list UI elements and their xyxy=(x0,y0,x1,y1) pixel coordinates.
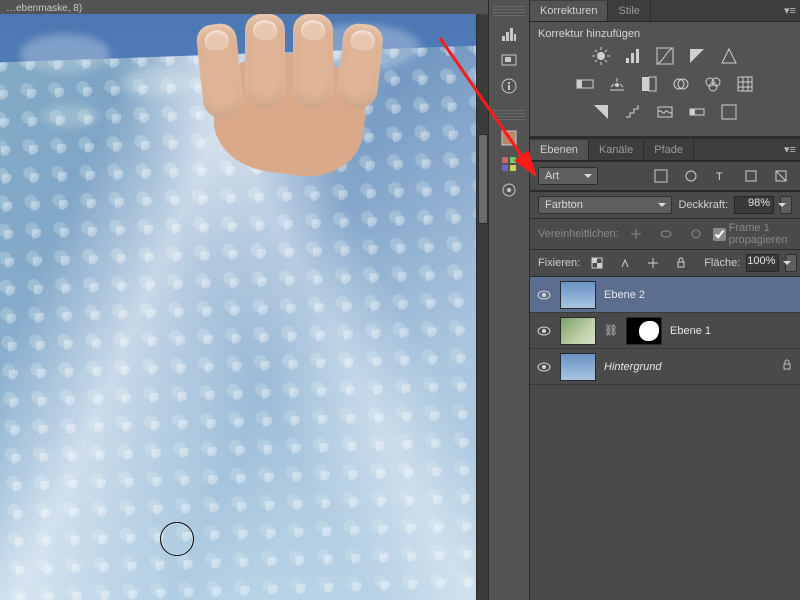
canvas-scrollbar[interactable] xyxy=(476,14,488,600)
navigator-icon[interactable] xyxy=(497,48,521,72)
unify-visibility-icon[interactable] xyxy=(655,224,677,244)
hue-saturation-icon[interactable] xyxy=(574,74,596,94)
panel-flyout-icon[interactable]: ▾≡ xyxy=(780,4,800,17)
layers-panel-tabs: Ebenen Kanäle Pfade ▾≡ xyxy=(530,139,800,161)
photo-filter-icon[interactable] xyxy=(670,74,692,94)
visibility-eye-icon[interactable] xyxy=(536,359,552,375)
selective-color-icon[interactable] xyxy=(718,102,740,122)
panel-grip[interactable] xyxy=(493,6,525,16)
styles-icon[interactable] xyxy=(497,178,521,202)
collapsed-panel-strip xyxy=(488,0,530,600)
layer-thumbnail[interactable] xyxy=(560,353,596,381)
brightness-contrast-icon[interactable] xyxy=(590,46,612,66)
invert-icon[interactable] xyxy=(590,102,612,122)
visibility-eye-icon[interactable] xyxy=(536,287,552,303)
opacity-label: Deckkraft: xyxy=(678,199,728,211)
blend-opacity-row: Farbton Deckkraft: 98% xyxy=(530,191,800,219)
unify-row: Vereinheitlichen: Frame 1 propagieren xyxy=(530,219,800,250)
unify-label: Vereinheitlichen: xyxy=(538,228,619,240)
color-icon[interactable] xyxy=(497,126,521,150)
fill-field[interactable]: 100% xyxy=(746,254,779,272)
adjustment-icons-row-2 xyxy=(538,74,792,94)
black-white-icon[interactable] xyxy=(638,74,660,94)
layer-row[interactable]: ⛓ Ebene 1 xyxy=(530,313,800,349)
svg-text:T: T xyxy=(716,171,723,183)
exposure-icon[interactable] xyxy=(686,46,708,66)
swatches-icon[interactable] xyxy=(497,152,521,176)
lock-position-icon[interactable] xyxy=(642,253,664,273)
filter-type-icon[interactable]: T xyxy=(710,166,732,186)
layer-thumbnail[interactable] xyxy=(560,281,596,309)
hand-in-photo xyxy=(185,14,425,204)
unify-style-icon[interactable] xyxy=(685,224,707,244)
blend-mode-value: Farbton xyxy=(545,199,583,211)
lock-icon xyxy=(780,359,794,374)
info-icon[interactable] xyxy=(497,74,521,98)
layer-row[interactable]: Hintergrund xyxy=(530,349,800,385)
adjustment-icons-row-3 xyxy=(538,102,792,122)
tab-stile[interactable]: Stile xyxy=(608,1,650,21)
adjustments-panel: Korrektur hinzufügen xyxy=(530,22,800,136)
layer-row[interactable]: Ebene 2 xyxy=(530,277,800,313)
tab-pfade[interactable]: Pfade xyxy=(644,140,694,160)
fill-stepper[interactable] xyxy=(785,254,797,272)
canvas[interactable] xyxy=(0,14,476,600)
lock-transparent-icon[interactable] xyxy=(586,253,608,273)
layer-thumbnail[interactable] xyxy=(560,317,596,345)
propagate-frame-checkbox[interactable]: Frame 1 propagieren xyxy=(713,222,792,246)
tab-kanaele[interactable]: Kanäle xyxy=(589,140,644,160)
opacity-stepper[interactable] xyxy=(780,196,792,214)
panel-flyout-icon[interactable]: ▾≡ xyxy=(780,143,800,156)
filter-smart-icon[interactable] xyxy=(770,166,792,186)
unify-position-icon[interactable] xyxy=(625,224,647,244)
filter-adjust-icon[interactable] xyxy=(680,166,702,186)
layer-filter-row: Art T xyxy=(530,161,800,191)
lock-pixels-icon[interactable] xyxy=(614,253,636,273)
vibrance-icon[interactable] xyxy=(718,46,740,66)
layer-filter-kind-dropdown[interactable]: Art xyxy=(538,167,598,185)
fill-label: Fläche: xyxy=(704,257,740,269)
adjustment-icons-row-1 xyxy=(538,46,792,66)
photo xyxy=(0,14,476,600)
levels-icon[interactable] xyxy=(622,46,644,66)
scrollbar-thumb[interactable] xyxy=(478,134,488,224)
layer-name[interactable]: Ebene 2 xyxy=(604,289,794,301)
color-lookup-icon[interactable] xyxy=(734,74,756,94)
tab-ebenen[interactable]: Ebenen xyxy=(530,140,589,160)
color-balance-icon[interactable] xyxy=(606,74,628,94)
opacity-field[interactable]: 98% xyxy=(734,196,774,214)
lock-row: Fixieren: Fläche: 100% xyxy=(530,250,800,277)
posterize-icon[interactable] xyxy=(622,102,644,122)
mask-link-icon[interactable]: ⛓ xyxy=(604,324,618,337)
layer-mask-thumbnail[interactable] xyxy=(626,317,662,345)
layer-name[interactable]: Ebene 1 xyxy=(670,325,794,337)
layers-list: Ebene 2 ⛓ Ebene 1 Hintergrund xyxy=(530,277,800,600)
add-adjustment-label: Korrektur hinzufügen xyxy=(538,28,792,40)
threshold-icon[interactable] xyxy=(654,102,676,122)
propagate-label: Frame 1 propagieren xyxy=(729,222,792,246)
histogram-icon[interactable] xyxy=(497,22,521,46)
channel-mixer-icon[interactable] xyxy=(702,74,724,94)
tab-korrekturen[interactable]: Korrekturen xyxy=(530,1,608,21)
right-panels: Korrekturen Stile ▾≡ Korrektur hinzufüge… xyxy=(530,0,800,600)
visibility-eye-icon[interactable] xyxy=(536,323,552,339)
panel-grip[interactable] xyxy=(493,110,525,120)
filter-pixel-icon[interactable] xyxy=(650,166,672,186)
curves-icon[interactable] xyxy=(654,46,676,66)
layer-name[interactable]: Hintergrund xyxy=(604,361,772,373)
gradient-map-icon[interactable] xyxy=(686,102,708,122)
lock-label: Fixieren: xyxy=(538,257,580,269)
layer-filter-kind-value: Art xyxy=(545,170,559,182)
canvas-area: …ebenmaske, 8) xyxy=(0,0,488,600)
adjustments-panel-tabs: Korrekturen Stile ▾≡ xyxy=(530,0,800,22)
brush-cursor xyxy=(160,522,194,556)
filter-shape-icon[interactable] xyxy=(740,166,762,186)
lock-all-icon[interactable] xyxy=(670,253,692,273)
blend-mode-dropdown[interactable]: Farbton xyxy=(538,196,672,214)
